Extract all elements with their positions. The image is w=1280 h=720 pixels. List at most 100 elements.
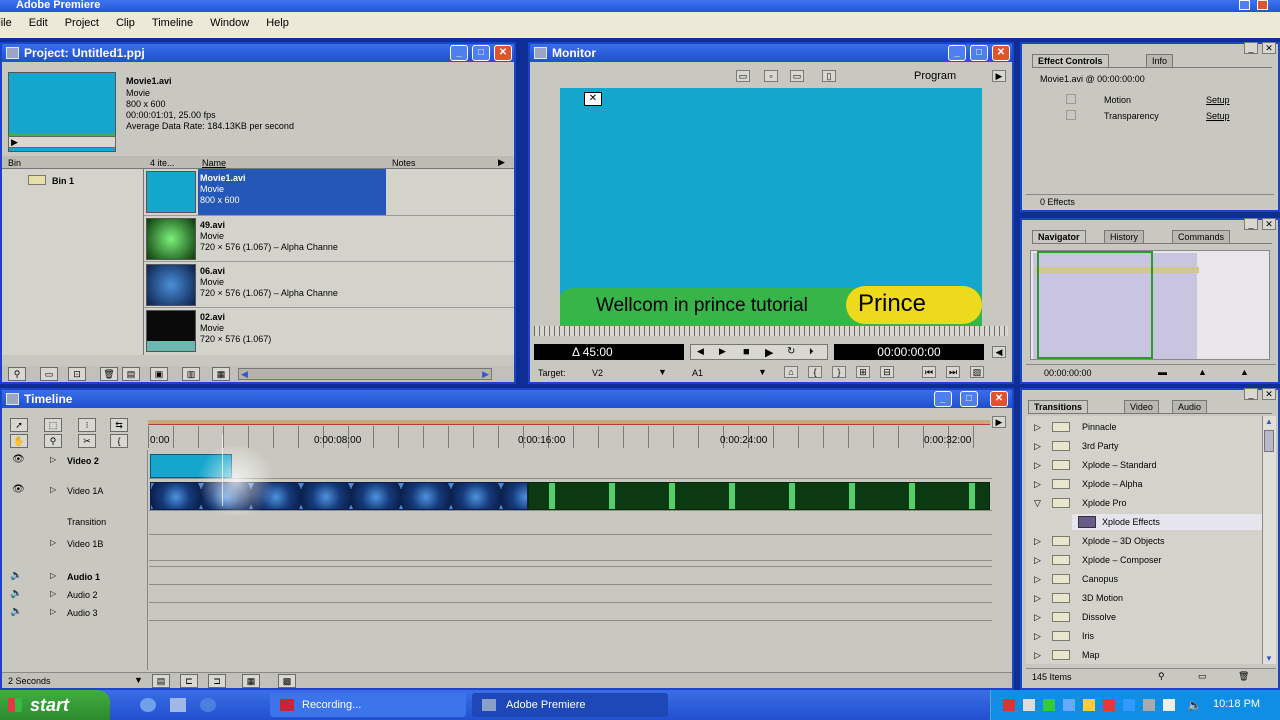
- transition-folder[interactable]: Xplode – 3D Objects: [1082, 536, 1165, 546]
- mark-out-icon[interactable]: }: [832, 366, 846, 378]
- expand-icon[interactable]: ▷: [1034, 574, 1041, 585]
- tab-navigator[interactable]: Navigator: [1032, 230, 1086, 243]
- minimize-button[interactable]: _: [934, 391, 952, 407]
- expand-icon[interactable]: ▷: [50, 607, 56, 616]
- close-button[interactable]: ✕: [990, 391, 1008, 407]
- tab-audio[interactable]: Audio: [1172, 400, 1208, 413]
- track-select-tool-icon[interactable]: ⁝: [78, 418, 96, 432]
- tab-video[interactable]: Video: [1124, 400, 1159, 413]
- transition-folder[interactable]: 3rd Party: [1082, 441, 1119, 451]
- column-notes[interactable]: Notes: [392, 158, 416, 168]
- zoom-in-icon[interactable]: ▲: [1240, 367, 1249, 377]
- minimize-button[interactable]: _: [1244, 388, 1258, 400]
- clip-row[interactable]: 06.avi Movie 720 × 576 (1.067) – Alpha C…: [144, 261, 514, 307]
- maximize-button[interactable]: □: [960, 391, 978, 407]
- scrub-ruler[interactable]: [534, 326, 1008, 336]
- bin-1[interactable]: Bin 1: [52, 176, 74, 186]
- timeline-ruler[interactable]: 0:00 0:00:08:00 0:00:16:00 0:00:24:00 0:…: [148, 426, 990, 448]
- new-folder-icon[interactable]: ▭: [1198, 671, 1207, 681]
- overlay-icon[interactable]: ⊟: [880, 366, 894, 378]
- transition-folder[interactable]: Xplode – Alpha: [1082, 479, 1143, 489]
- expand-icon[interactable]: ▷: [50, 485, 56, 494]
- gang-icon[interactable]: ▯: [822, 70, 836, 82]
- loop-icon[interactable]: ↻: [787, 346, 795, 357]
- transparency-checkbox[interactable]: [1066, 110, 1076, 120]
- new-item-icon[interactable]: ⊡: [68, 367, 86, 381]
- tray-icon[interactable]: [1123, 699, 1135, 711]
- range-select-tool-icon[interactable]: ⬚: [44, 418, 62, 432]
- toggle-edge-icon[interactable]: ⊐: [208, 674, 226, 688]
- motion-checkbox[interactable]: [1066, 94, 1076, 104]
- find-icon[interactable]: ⚲: [1158, 671, 1165, 681]
- delete-icon[interactable]: 🗑: [100, 367, 118, 381]
- close-button[interactable]: ✕: [1262, 42, 1276, 54]
- expand-icon[interactable]: ▷: [50, 571, 56, 580]
- zoom-out-icon[interactable]: ▬: [1158, 367, 1167, 377]
- target-video-dropdown-icon[interactable]: ▼: [658, 367, 667, 377]
- target-video-select[interactable]: V2: [592, 368, 603, 378]
- close-button[interactable]: ✕: [1262, 388, 1276, 400]
- insert-icon[interactable]: ⊞: [856, 366, 870, 378]
- transition-folder[interactable]: Pinnacle: [1082, 422, 1117, 432]
- sync-mode-icon[interactable]: ▦: [242, 674, 260, 688]
- menu-project[interactable]: Project: [65, 12, 99, 34]
- expand-icon[interactable]: ▷: [1034, 650, 1041, 661]
- transition-folder[interactable]: Map: [1082, 650, 1100, 660]
- zoom-slider-icon[interactable]: ▲: [1198, 367, 1207, 377]
- scroll-thumb[interactable]: [1264, 430, 1274, 452]
- expand-icon[interactable]: ▷: [1034, 460, 1041, 471]
- clip-row[interactable]: 02.avi Movie 720 × 576 (1.067): [144, 307, 514, 353]
- expand-icon[interactable]: ▷: [1034, 536, 1041, 547]
- maximize-button[interactable]: □: [472, 45, 490, 61]
- column-count[interactable]: 4 ite...: [150, 158, 175, 168]
- eye-icon[interactable]: 👁: [12, 484, 25, 495]
- transition-item[interactable]: Xplode Effects: [1102, 517, 1160, 527]
- quicklaunch-ie-icon[interactable]: [140, 698, 156, 712]
- transitions-scrollbar[interactable]: ▲ ▼: [1262, 416, 1276, 664]
- tray-icon[interactable]: [1003, 699, 1015, 711]
- play-in-out-icon[interactable]: ⏵: [809, 346, 814, 357]
- frame-forward-icon[interactable]: ▶: [719, 346, 726, 357]
- expand-icon[interactable]: ▷: [1034, 631, 1041, 642]
- toggle-snap-icon[interactable]: ⊏: [180, 674, 198, 688]
- expand-icon[interactable]: ▷: [1034, 479, 1041, 490]
- transition-folder[interactable]: 3D Motion: [1082, 593, 1123, 603]
- tab-history[interactable]: History: [1104, 230, 1145, 243]
- minimize-button[interactable]: _: [1244, 218, 1258, 230]
- track-options-icon[interactable]: ▤: [152, 674, 170, 688]
- tray-icon[interactable]: [1063, 699, 1075, 711]
- video-1a-clip-49[interactable]: [528, 482, 990, 510]
- play-icon[interactable]: ▶: [11, 137, 18, 148]
- selection-tool-icon[interactable]: ➚: [10, 418, 28, 432]
- minimize-icon[interactable]: [1239, 0, 1250, 10]
- transition-folder[interactable]: Xplode – Composer: [1082, 555, 1162, 565]
- expand-icon[interactable]: ▷: [1034, 612, 1041, 623]
- zoom-level[interactable]: 2 Seconds: [8, 676, 51, 686]
- menu-help[interactable]: Help: [266, 12, 289, 34]
- safe-margin-icon[interactable]: ✕: [584, 92, 602, 106]
- close-button[interactable]: ✕: [992, 45, 1010, 61]
- rolling-edit-tool-icon[interactable]: ⇆: [110, 418, 128, 432]
- scroll-left-icon[interactable]: ◀: [241, 369, 248, 380]
- transition-folder[interactable]: Dissolve: [1082, 612, 1116, 622]
- collapse-icon[interactable]: ▽: [1034, 498, 1041, 509]
- previous-edit-icon[interactable]: ⏮: [922, 366, 936, 378]
- menu-edit[interactable]: Edit: [29, 12, 48, 34]
- task-recording[interactable]: Recording...: [270, 693, 466, 717]
- navigator-overview[interactable]: [1030, 250, 1270, 360]
- transition-item-selected[interactable]: [1072, 514, 1262, 530]
- menu-clip[interactable]: Clip: [116, 12, 135, 34]
- menu-timeline[interactable]: Timeline: [152, 12, 193, 34]
- minimize-button[interactable]: _: [450, 45, 468, 61]
- tray-icon[interactable]: [1083, 699, 1095, 711]
- export-frame-icon[interactable]: ▨: [970, 366, 984, 378]
- speaker-icon[interactable]: 🔈: [10, 570, 22, 581]
- expand-icon[interactable]: ▷: [1034, 593, 1041, 604]
- close-button[interactable]: ✕: [1262, 218, 1276, 230]
- next-edit-icon[interactable]: ⏭: [946, 366, 960, 378]
- monitor-menu-icon[interactable]: ▶: [992, 70, 1006, 82]
- speaker-icon[interactable]: 🔈: [10, 588, 22, 599]
- task-adobe-premiere[interactable]: Adobe Premiere: [472, 693, 668, 717]
- icon-view-icon[interactable]: ▣: [150, 367, 168, 381]
- speaker-icon[interactable]: 🔈: [10, 606, 22, 617]
